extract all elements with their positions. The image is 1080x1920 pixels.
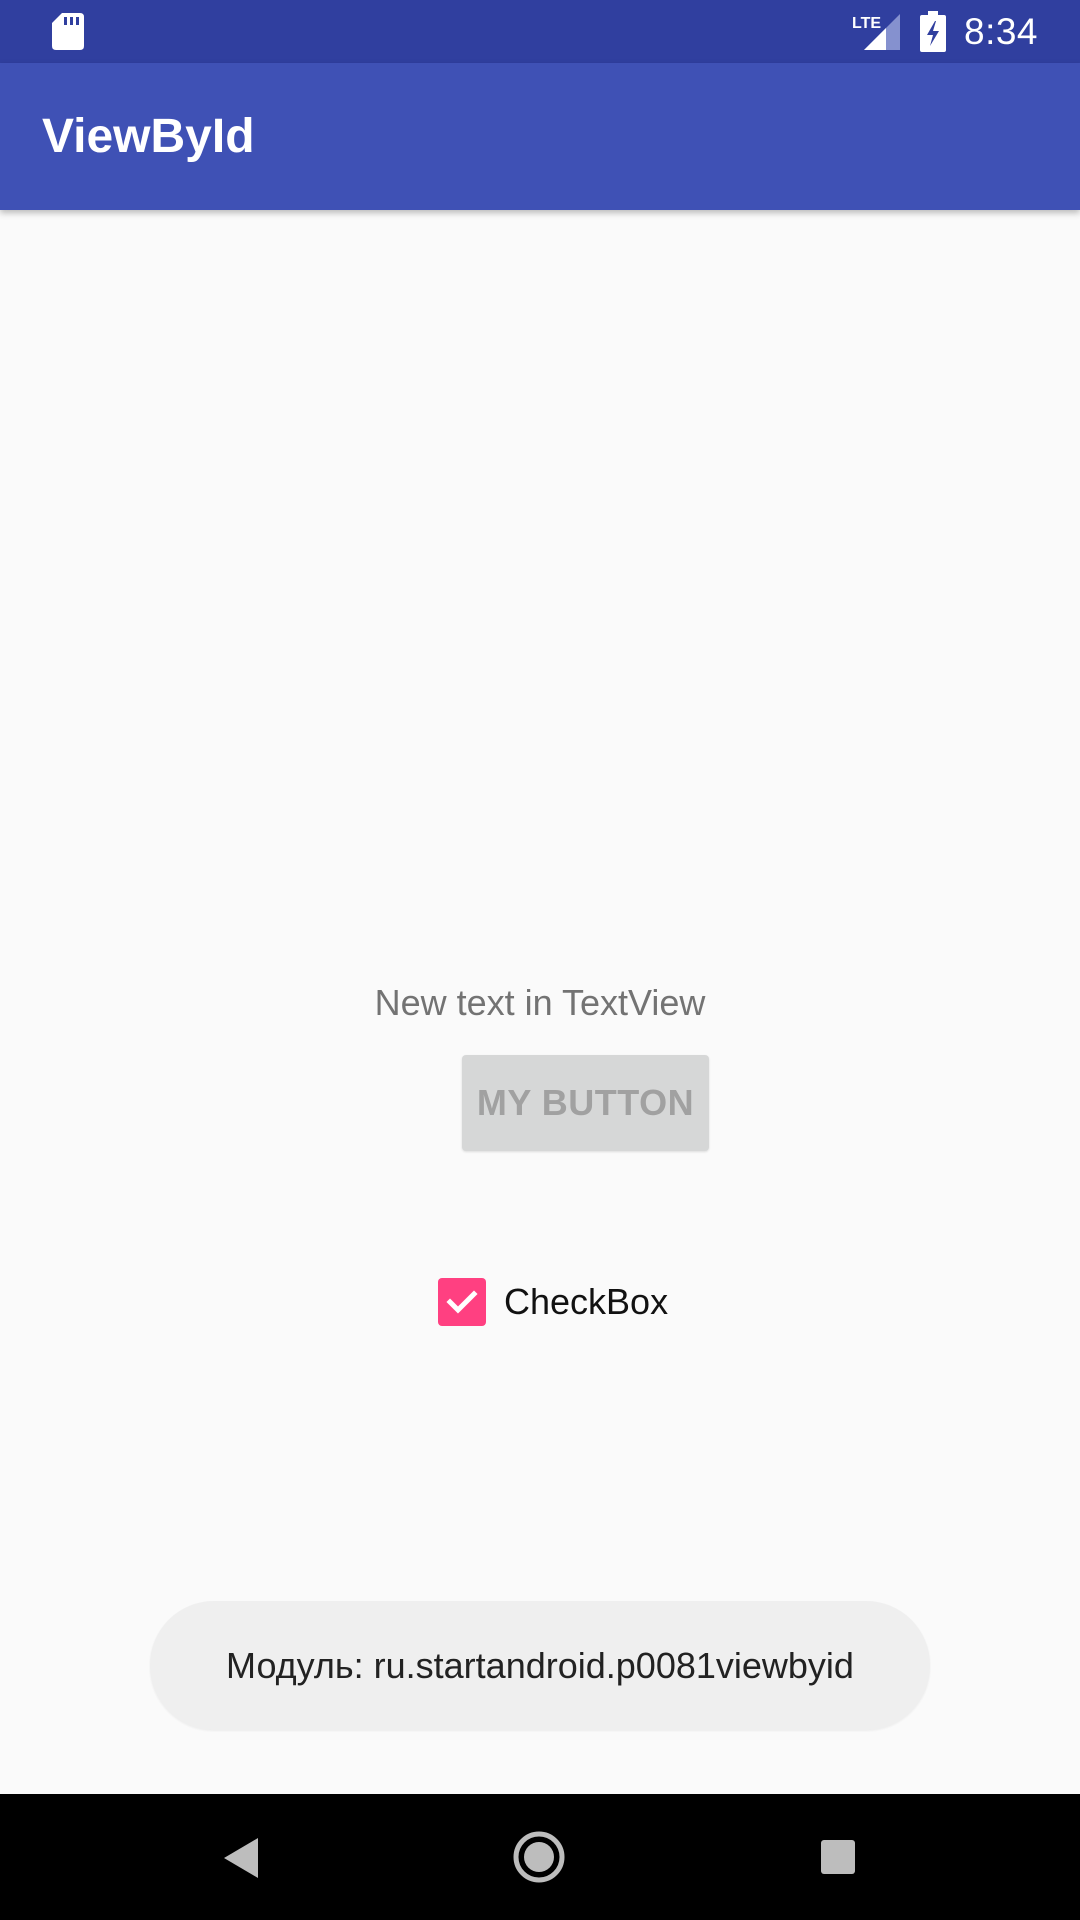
status-bar: LTE 8:34: [0, 0, 1080, 63]
checkbox[interactable]: CheckBox: [438, 1278, 668, 1326]
checkbox-label[interactable]: CheckBox: [504, 1278, 668, 1326]
toast-message: Модуль: ru.startandroid.p0081viewbyid: [226, 1644, 854, 1686]
lte-signal-icon: LTE: [852, 14, 900, 50]
lte-label: LTE: [852, 15, 881, 32]
text-view: New text in TextView: [374, 982, 706, 1023]
clock: 8:34: [964, 11, 1039, 52]
app-title: ViewById: [42, 110, 255, 163]
navigation-bar: [0, 1794, 1080, 1920]
toast: Модуль: ru.startandroid.p0081viewbyid: [150, 1601, 930, 1730]
app-bar: ViewById: [0, 63, 1080, 210]
back-icon[interactable]: [224, 1838, 258, 1878]
checkmark-icon: [446, 1290, 478, 1314]
battery-charging-icon: [920, 11, 946, 52]
checkbox-box[interactable]: [438, 1278, 486, 1326]
home-icon[interactable]: [513, 1831, 565, 1883]
my-button[interactable]: MY BUTTON: [462, 1055, 709, 1151]
recents-icon[interactable]: [821, 1840, 855, 1874]
screen: LTE 8:34 ViewById New text in TextView M…: [0, 0, 1080, 1920]
sd-card-icon: [52, 13, 84, 50]
